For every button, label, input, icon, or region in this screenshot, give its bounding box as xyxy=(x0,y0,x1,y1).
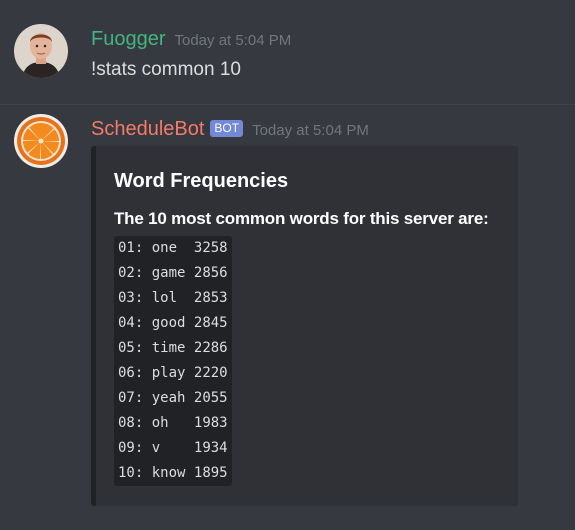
row-word: v xyxy=(151,440,186,456)
avatar-fuogger-image xyxy=(14,24,68,78)
row-word: lol xyxy=(151,290,186,306)
row-rank: 09: xyxy=(118,440,144,456)
code-block: 01: one 3258 02: game 2856 03: lol 2853 04:… xyxy=(114,236,232,486)
message-content: !stats common 10 xyxy=(91,59,241,80)
row-rank: 02: xyxy=(118,265,144,281)
avatar-fuogger[interactable] xyxy=(14,24,68,78)
embed: Word Frequencies The 10 most common word… xyxy=(91,146,518,506)
row-word: one xyxy=(151,240,186,256)
message-fuogger: Fuogger Today at 5:04 PM !stats common 1… xyxy=(0,18,575,98)
row-word: know xyxy=(151,465,186,481)
row-word: good xyxy=(151,315,186,331)
row-count: 2853 xyxy=(193,290,228,306)
message-timestamp[interactable]: Today at 5:04 PM xyxy=(252,122,369,139)
row-word: yeah xyxy=(151,390,186,406)
bot-badge: BOT xyxy=(210,120,244,137)
row-count: 2856 xyxy=(193,265,228,281)
avatar-schedulebot[interactable] xyxy=(14,114,68,168)
row-count: 2845 xyxy=(193,315,228,331)
chat-messages: Fuogger Today at 5:04 PM !stats common 1… xyxy=(0,0,575,530)
word-frequency-row: 08: oh 1983 xyxy=(118,411,228,436)
embed-title: Word Frequencies xyxy=(114,170,289,192)
row-rank: 04: xyxy=(118,315,144,331)
row-count: 2055 xyxy=(193,390,228,406)
row-count: 1934 xyxy=(193,440,228,456)
row-count: 3258 xyxy=(193,240,228,256)
row-rank: 03: xyxy=(118,290,144,306)
embed-field-name: The 10 most common words for this server… xyxy=(114,209,489,228)
word-frequency-row: 09: v 1934 xyxy=(118,436,228,461)
word-frequency-row: 02: game 2856 xyxy=(118,261,228,286)
row-count: 2286 xyxy=(193,340,228,356)
row-word: oh xyxy=(151,415,186,431)
username-fuogger[interactable]: Fuogger xyxy=(91,26,166,52)
row-word: game xyxy=(151,265,186,281)
message-divider xyxy=(0,104,575,105)
row-count: 1983 xyxy=(193,415,228,431)
message-header: ScheduleBot BOT Today at 5:04 PM xyxy=(91,116,369,142)
row-rank: 07: xyxy=(118,390,144,406)
row-count: 2220 xyxy=(193,365,228,381)
word-frequency-row: 06: play 2220 xyxy=(118,361,228,386)
word-frequency-row: 10: know 1895 xyxy=(118,461,228,486)
message-timestamp[interactable]: Today at 5:04 PM xyxy=(175,32,292,49)
word-frequency-row: 04: good 2845 xyxy=(118,311,228,336)
orange-slice-icon xyxy=(14,114,68,168)
username-schedulebot[interactable]: ScheduleBot xyxy=(91,116,204,142)
row-count: 1895 xyxy=(193,465,228,481)
row-word: play xyxy=(151,365,186,381)
row-rank: 08: xyxy=(118,415,144,431)
message-schedulebot: ScheduleBot BOT Today at 5:04 PM Word Fr… xyxy=(0,108,575,528)
message-header: Fuogger Today at 5:04 PM xyxy=(91,26,291,52)
row-rank: 05: xyxy=(118,340,144,356)
word-frequency-row: 05: time 2286 xyxy=(118,336,228,361)
word-frequency-row: 01: one 3258 xyxy=(118,236,228,261)
row-rank: 10: xyxy=(118,465,144,481)
row-word: time xyxy=(151,340,186,356)
row-rank: 01: xyxy=(118,240,144,256)
word-frequency-row: 03: lol 2853 xyxy=(118,286,228,311)
row-rank: 06: xyxy=(118,365,144,381)
word-frequency-row: 07: yeah 2055 xyxy=(118,386,228,411)
